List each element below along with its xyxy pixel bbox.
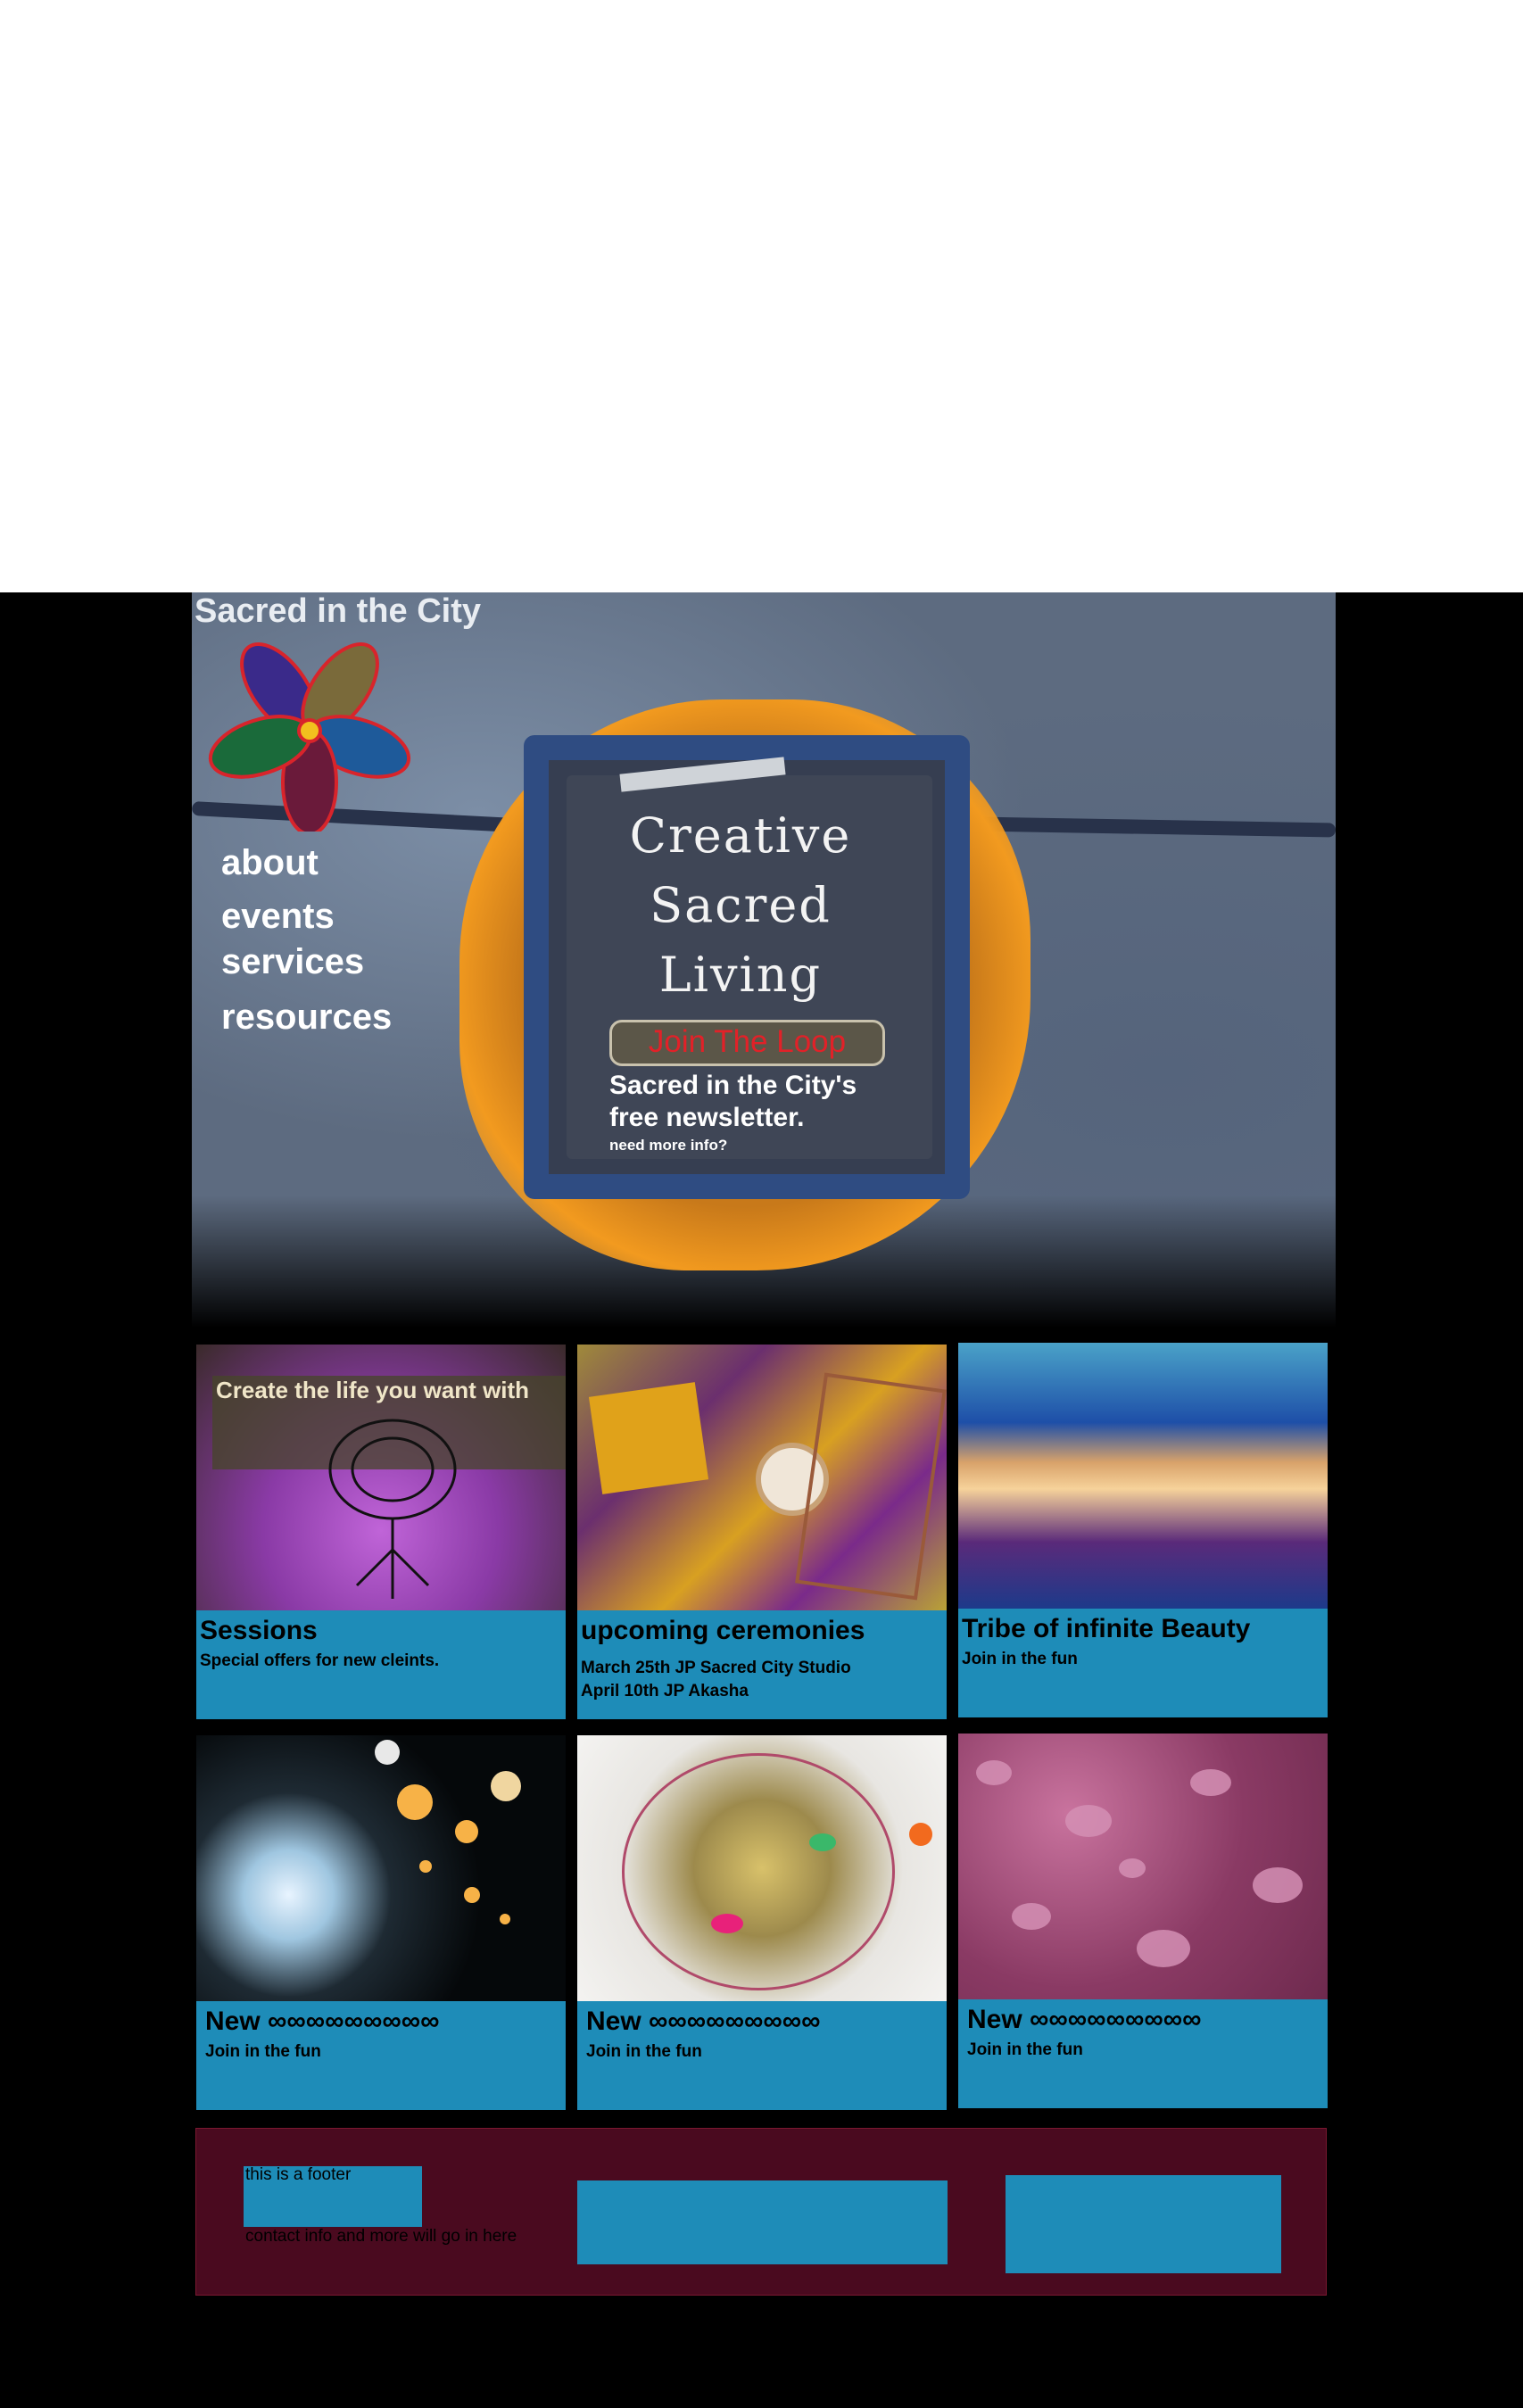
card-caption: Tribe of infinite Beauty Join in the fun: [958, 1609, 1328, 1717]
card-upcoming-ceremonies[interactable]: upcoming ceremonies March 25th JP Sacred…: [577, 1345, 947, 1719]
card-caption: New ∞∞∞∞∞∞∞∞∞ Join in the fun: [196, 2001, 566, 2110]
card-title[interactable]: New ∞∞∞∞∞∞∞∞∞: [967, 2005, 1202, 2035]
card-image[interactable]: [958, 1343, 1328, 1609]
wire-circle: [622, 1753, 895, 1990]
image-caption: Create the life you want with: [216, 1377, 530, 1403]
offering-cloth: [588, 1382, 709, 1494]
card-caption: New ∞∞∞∞∞∞∞∞∞ Join in the fun: [958, 1999, 1328, 2108]
card-image[interactable]: Create the life you want with: [196, 1345, 566, 1610]
pebble: [1137, 1930, 1190, 1967]
pebble: [1119, 1858, 1146, 1878]
flower-petal: [809, 1833, 836, 1851]
card-title[interactable]: Sessions: [200, 1616, 318, 1646]
footer-contact-text: contact info and more will go in here: [245, 2227, 517, 2246]
event-date: April 10th JP Akasha: [581, 1682, 749, 1700]
card-subtitle: Join in the fun: [967, 2040, 1083, 2059]
card-new-3[interactable]: New ∞∞∞∞∞∞∞∞∞ Join in the fun: [958, 1734, 1328, 2108]
pavement-crack: [976, 816, 1336, 838]
orange-dot: [909, 1823, 932, 1846]
flower-petal: [711, 1914, 743, 1933]
card-subtitle: Special offers for new cleints.: [200, 1651, 440, 1670]
footer-box: [577, 2180, 948, 2264]
bokeh-light: [455, 1820, 478, 1843]
footer-box: [1006, 2175, 1281, 2273]
card-title[interactable]: New ∞∞∞∞∞∞∞∞∞: [205, 2007, 440, 2037]
card-caption: Sessions Special offers for new cleints.: [196, 1610, 566, 1719]
footer: this is a footer contact info and more w…: [195, 2128, 1327, 2296]
pebble: [976, 1760, 1012, 1785]
card-new-1[interactable]: New ∞∞∞∞∞∞∞∞∞ Join in the fun: [196, 1735, 566, 2110]
bokeh-light: [375, 1740, 400, 1765]
newsletter-text: Sacred in the City's: [609, 1071, 857, 1100]
card-tribe-of-infinite-beauty[interactable]: Tribe of infinite Beauty Join in the fun: [958, 1343, 1328, 1717]
newsletter-text: free newsletter.: [609, 1103, 805, 1132]
site-title[interactable]: Sacred in the City: [195, 592, 481, 631]
bokeh-light: [500, 1914, 510, 1924]
card-image[interactable]: [577, 1735, 947, 2001]
flower-logo-icon[interactable]: [198, 631, 421, 832]
pebble: [1190, 1769, 1231, 1796]
join-the-loop-button[interactable]: Join The Loop: [609, 1020, 885, 1066]
hero-headline-line: Living: [658, 947, 823, 1003]
card-sessions[interactable]: Create the life you want with Sessions S…: [196, 1345, 566, 1719]
card-caption: New ∞∞∞∞∞∞∞∞∞ Join in the fun: [577, 2001, 947, 2110]
pebble: [1065, 1805, 1112, 1837]
nav-link-resources[interactable]: resources: [221, 997, 392, 1038]
footer-label: this is a footer: [245, 2165, 352, 2184]
card-caption: upcoming ceremonies March 25th JP Sacred…: [577, 1610, 947, 1719]
wire-frame: [795, 1372, 947, 1601]
bokeh-light: [419, 1860, 432, 1873]
card-title[interactable]: New ∞∞∞∞∞∞∞∞∞: [586, 2007, 821, 2037]
card-image[interactable]: [196, 1735, 566, 2001]
card-title[interactable]: Tribe of infinite Beauty: [962, 1614, 1250, 1644]
pebble: [1253, 1867, 1303, 1903]
bokeh-light: [464, 1887, 480, 1903]
clover-drawing: [328, 1419, 457, 1599]
more-info-link[interactable]: need more info?: [609, 1137, 727, 1154]
bokeh-light: [491, 1771, 521, 1801]
hero-headline-line: Sacred: [650, 877, 832, 933]
card-subtitle: Join in the fun: [962, 1650, 1078, 1668]
hero-headline-line: Creative: [629, 807, 852, 864]
card-image[interactable]: [577, 1345, 947, 1610]
card-new-2[interactable]: New ∞∞∞∞∞∞∞∞∞ Join in the fun: [577, 1735, 947, 2110]
nav-link-services[interactable]: services: [221, 942, 364, 982]
bokeh-light: [397, 1784, 433, 1820]
card-image[interactable]: [958, 1734, 1328, 1999]
card-subtitle: Join in the fun: [586, 2042, 702, 2061]
card-title[interactable]: upcoming ceremonies: [581, 1616, 865, 1646]
card-subtitle: March 25th JP Sacred City Studio April 1…: [581, 1657, 851, 1703]
card-subtitle: Join in the fun: [205, 2042, 321, 2061]
pebble: [1012, 1903, 1051, 1930]
nav-link-events[interactable]: events: [221, 897, 335, 937]
nav-link-about[interactable]: about: [221, 843, 319, 883]
event-date: March 25th JP Sacred City Studio: [581, 1659, 851, 1677]
